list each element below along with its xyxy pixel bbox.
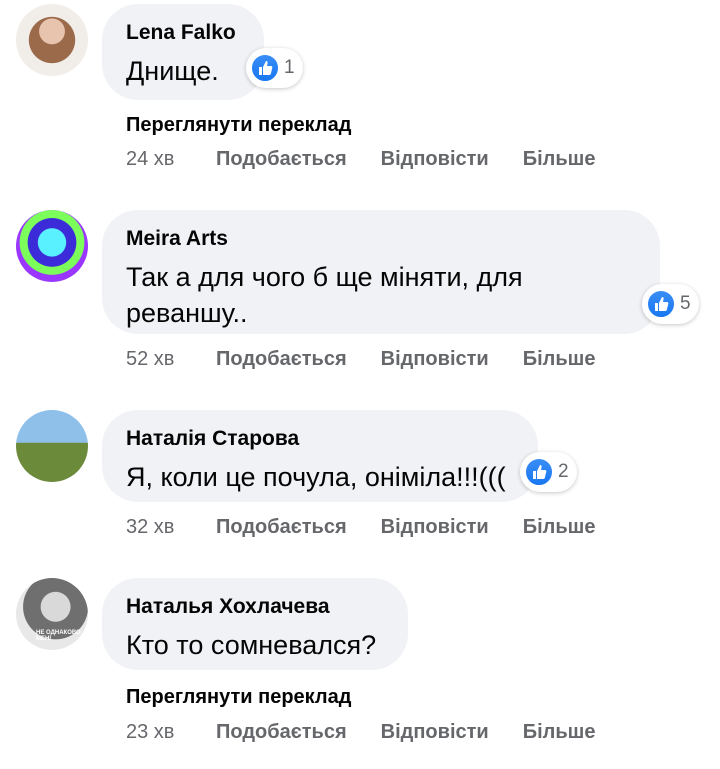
avatar[interactable] [16, 410, 88, 482]
comment-bubble: Lena Falko Днище. [102, 4, 264, 100]
see-translation-link[interactable]: Переглянути переклад [126, 686, 351, 709]
comment-author[interactable]: Meira Arts [126, 226, 636, 252]
comment-author[interactable]: Lena Falko [126, 20, 240, 46]
like-thumb-icon [646, 289, 676, 319]
comment-text: Кто то сомневался? [126, 630, 377, 660]
more-button[interactable]: Більше [523, 348, 596, 371]
reply-button[interactable]: Відповісти [381, 148, 489, 171]
comment-text: Я, коли це почула, оніміла!!!((( [126, 462, 506, 492]
comment-bubble: Meira Arts Так а для чого б ще міняти, д… [102, 210, 660, 334]
timestamp[interactable]: 52 хв [126, 348, 216, 371]
like-button[interactable]: Подобається [216, 516, 347, 539]
timestamp[interactable]: 24 хв [126, 148, 216, 171]
more-button[interactable]: Більше [523, 148, 596, 171]
comment-actions: 23 хв Подобається Відповісти Більше [126, 721, 629, 744]
reply-button[interactable]: Відповісти [381, 348, 489, 371]
more-button[interactable]: Більше [523, 516, 596, 539]
comment-bubble: Наталія Старова Я, коли це почула, онімі… [102, 410, 538, 502]
reaction-summary[interactable]: 1 [246, 48, 303, 88]
reaction-count: 2 [558, 461, 569, 482]
more-button[interactable]: Більше [523, 721, 596, 744]
reply-button[interactable]: Відповісти [381, 516, 489, 539]
like-button[interactable]: Подобається [216, 721, 347, 744]
avatar[interactable]: НЕ ОДНАКОВО МЕНІ [16, 578, 88, 650]
avatar[interactable] [16, 4, 88, 76]
like-button[interactable]: Подобається [216, 148, 347, 171]
comment-text-line: Так а для чого б ще міняти, для [126, 262, 523, 292]
comment-text: Днище. [126, 56, 219, 86]
comment-actions: 52 хв Подобається Відповісти Більше [126, 348, 629, 371]
timestamp[interactable]: 32 хв [126, 516, 216, 539]
like-button[interactable]: Подобається [216, 348, 347, 371]
avatar[interactable] [16, 210, 88, 282]
comment-author[interactable]: Наталья Хохлачева [126, 594, 384, 620]
reaction-count: 1 [284, 57, 295, 78]
reply-button[interactable]: Відповісти [381, 721, 489, 744]
see-translation-link[interactable]: Переглянути переклад [126, 114, 351, 137]
comment-actions: 32 хв Подобається Відповісти Більше [126, 516, 629, 539]
reaction-summary[interactable]: 5 [642, 284, 699, 324]
avatar-caption: НЕ ОДНАКОВО МЕНІ [36, 630, 81, 642]
timestamp[interactable]: 23 хв [126, 721, 216, 744]
comment-actions: 24 хв Подобається Відповісти Більше [126, 148, 629, 171]
comment-bubble: Наталья Хохлачева Кто то сомневался? [102, 578, 408, 670]
reaction-summary[interactable]: 2 [520, 452, 577, 492]
comment-author[interactable]: Наталія Старова [126, 426, 514, 452]
reaction-count: 5 [680, 293, 691, 314]
comment-text-line: реваншу.. [126, 298, 248, 328]
like-thumb-icon [524, 457, 554, 487]
like-thumb-icon [250, 53, 280, 83]
